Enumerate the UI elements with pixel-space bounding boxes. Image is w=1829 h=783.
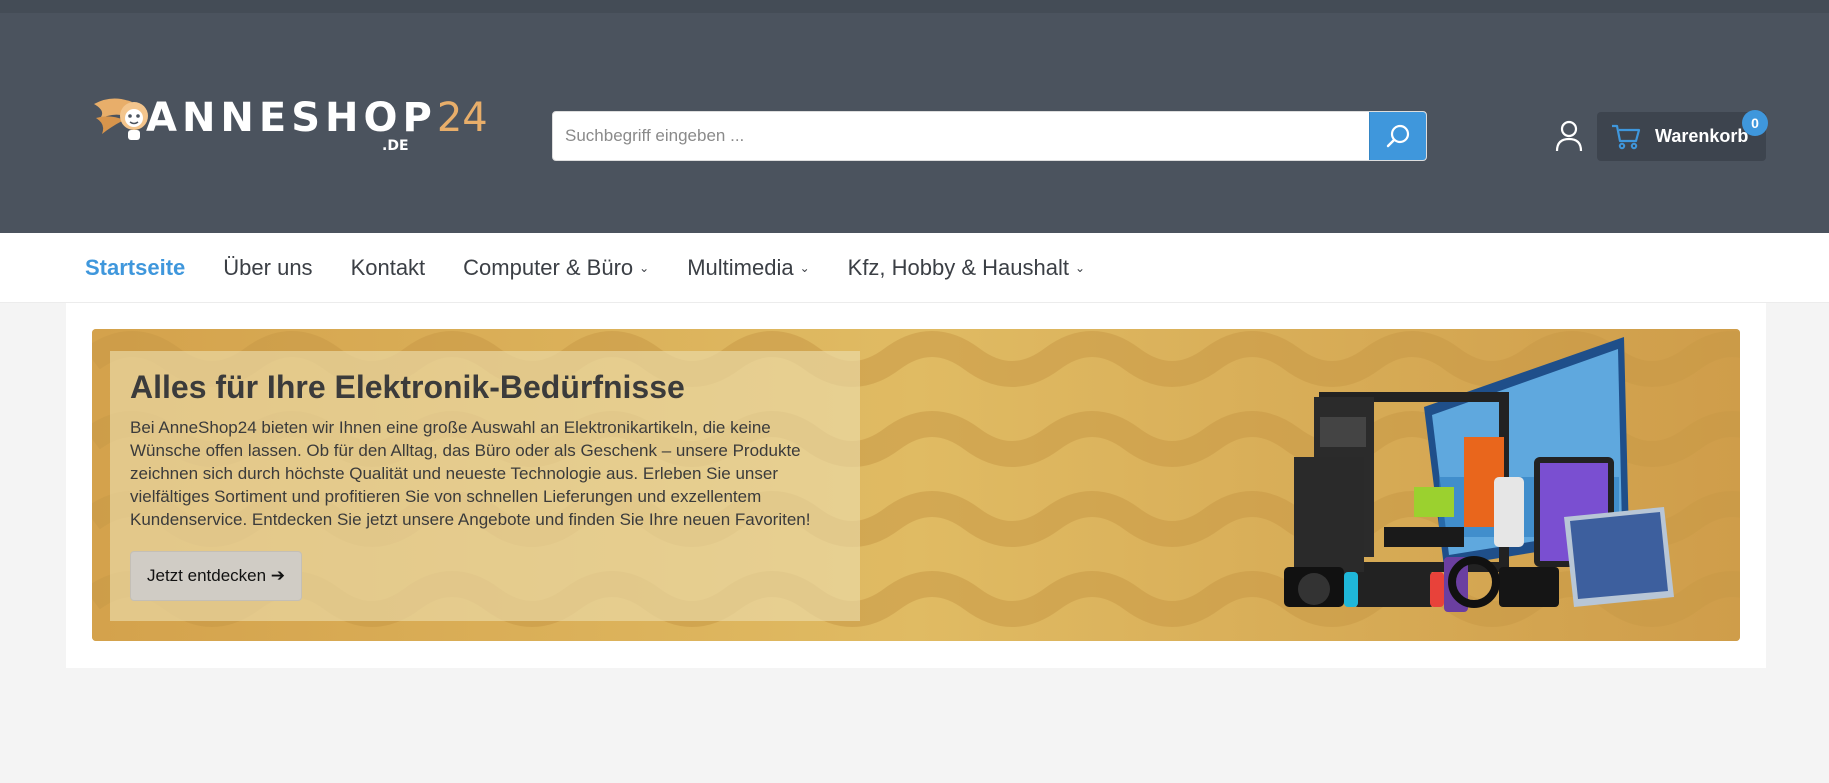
logo-domain: .DE [382,138,409,154]
cart-icon [1612,124,1641,149]
banner-description: Bei AnneShop24 bieten wir Ihnen eine gro… [130,418,811,529]
chevron-down-icon: ⌄ [1074,261,1086,275]
nav-item-computer-buero[interactable]: Computer & Büro ⌄ [463,255,649,281]
nav-item-kfz-hobby-haushalt[interactable]: Kfz, Hobby & Haushalt ⌄ [848,255,1085,281]
nav-item-startseite[interactable]: Startseite [85,255,185,281]
user-icon [1555,120,1583,152]
search-bar [552,111,1427,161]
cart-button[interactable]: Warenkorb 0 [1597,110,1768,161]
site-logo[interactable]: ANNESHOP24 .DE [92,90,488,160]
search-button[interactable] [1369,112,1426,160]
chevron-down-icon: ⌄ [639,261,650,275]
cart-count-badge: 0 [1742,110,1768,136]
discover-button[interactable]: Jetzt entdecken ➔ [130,551,303,601]
account-button[interactable] [1553,119,1585,153]
main-content: Alles für Ihre Elektronik-Bedürfnisse Be… [66,303,1766,668]
logo-mascot-icon [94,98,148,140]
site-header: ANNESHOP24 .DE Warenkorb 0 [0,0,1829,233]
main-navigation: Startseite Über uns Kontakt Computer & B… [0,233,1829,303]
electronics-products-image [1284,337,1674,612]
search-input[interactable] [553,112,1369,160]
chevron-down-icon: ⌄ [799,261,810,275]
nav-item-ueber-uns[interactable]: Über uns [223,255,312,281]
banner-textbox: Alles für Ihre Elektronik-Bedürfnisse Be… [110,351,860,621]
hero-banner: Alles für Ihre Elektronik-Bedürfnisse Be… [92,329,1740,641]
search-icon [1386,124,1410,148]
nav-item-kontakt[interactable]: Kontakt [351,255,426,281]
logo-text: ANNESHOP24 [146,95,488,141]
nav-item-multimedia[interactable]: Multimedia ⌄ [687,255,809,281]
banner-title: Alles für Ihre Elektronik-Bedürfnisse [130,369,685,405]
cart-label: Warenkorb [1655,126,1749,146]
